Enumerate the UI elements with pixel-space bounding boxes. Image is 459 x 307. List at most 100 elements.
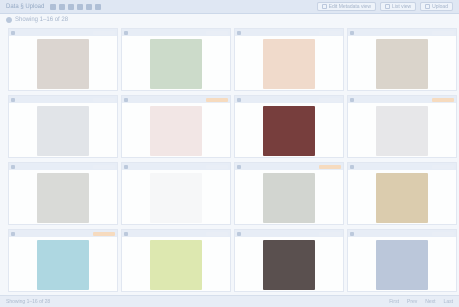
status-badge — [432, 30, 454, 35]
image-thumbnail[interactable] — [150, 240, 202, 290]
status-badge — [93, 231, 115, 236]
image-card[interactable] — [121, 28, 231, 91]
info-icon — [6, 17, 12, 23]
image-type-icon — [237, 97, 241, 102]
image-card[interactable] — [8, 229, 118, 292]
settings-icon[interactable] — [77, 3, 84, 10]
card-header — [9, 29, 117, 36]
app-window: Data § Upload Edit Metadata view List vi… — [0, 0, 459, 307]
edit-icon — [321, 4, 327, 9]
image-card[interactable] — [347, 229, 457, 292]
card-header — [235, 230, 343, 237]
tag-icon[interactable] — [59, 3, 66, 10]
image-type-icon — [11, 30, 15, 35]
image-card[interactable] — [121, 229, 231, 292]
image-thumbnail[interactable] — [376, 240, 428, 290]
folder-icon[interactable] — [50, 3, 57, 10]
toolbar-actions: Edit Metadata view List view Upload — [316, 2, 453, 11]
card-header — [122, 96, 230, 103]
image-thumbnail[interactable] — [150, 106, 202, 156]
image-type-icon — [350, 164, 354, 169]
image-card[interactable] — [234, 162, 344, 225]
status-badge — [432, 97, 454, 102]
card-header — [9, 96, 117, 103]
image-thumbnail[interactable] — [376, 173, 428, 223]
image-card[interactable] — [8, 162, 118, 225]
image-thumbnail[interactable] — [37, 173, 89, 223]
pagination: First Prev Next Last — [389, 299, 453, 305]
image-card[interactable] — [347, 95, 457, 158]
image-card[interactable] — [8, 28, 118, 91]
image-type-icon — [124, 97, 128, 102]
card-header — [235, 29, 343, 36]
image-card[interactable] — [8, 95, 118, 158]
list-view-button[interactable]: List view — [379, 2, 417, 11]
page-first-link[interactable]: First — [389, 299, 399, 305]
top-toolbar: Data § Upload Edit Metadata view List vi… — [0, 0, 459, 14]
image-card[interactable] — [347, 162, 457, 225]
image-card[interactable] — [234, 95, 344, 158]
card-header — [235, 96, 343, 103]
upload-icon — [425, 4, 431, 9]
image-type-icon — [124, 231, 128, 236]
card-header — [235, 163, 343, 170]
image-type-icon — [350, 97, 354, 102]
sub-toolbar: Showing 1–16 of 28 — [0, 15, 459, 25]
image-thumbnail[interactable] — [263, 173, 315, 223]
image-card[interactable] — [234, 229, 344, 292]
status-badge — [319, 164, 341, 169]
status-badge — [432, 231, 454, 236]
status-badge — [93, 30, 115, 35]
image-type-icon — [11, 231, 15, 236]
image-thumbnail[interactable] — [263, 39, 315, 89]
image-type-icon — [124, 164, 128, 169]
card-header — [122, 29, 230, 36]
card-header — [122, 163, 230, 170]
image-thumbnail[interactable] — [263, 106, 315, 156]
card-header — [348, 163, 456, 170]
image-thumbnail[interactable] — [263, 240, 315, 290]
image-type-icon — [237, 164, 241, 169]
image-card[interactable] — [347, 28, 457, 91]
status-badge — [93, 97, 115, 102]
image-thumbnail[interactable] — [376, 39, 428, 89]
upload-button[interactable]: Upload — [420, 2, 453, 11]
list-view-label: List view — [391, 3, 412, 10]
image-thumbnail[interactable] — [37, 106, 89, 156]
status-badge — [206, 97, 228, 102]
page-next-link[interactable]: Next — [425, 299, 435, 305]
image-thumbnail[interactable] — [150, 173, 202, 223]
status-badge — [319, 97, 341, 102]
result-count: Showing 1–16 of 28 — [15, 17, 69, 23]
edit-metadata-view-button[interactable]: Edit Metadata view — [316, 2, 376, 11]
user-icon[interactable] — [68, 3, 75, 10]
refresh-icon[interactable] — [95, 3, 102, 10]
image-thumbnail[interactable] — [37, 240, 89, 290]
trash-icon[interactable] — [86, 3, 93, 10]
status-badge — [93, 164, 115, 169]
card-header — [348, 96, 456, 103]
card-header — [122, 230, 230, 237]
image-card[interactable] — [121, 95, 231, 158]
image-type-icon — [237, 231, 241, 236]
image-type-icon — [350, 30, 354, 35]
page-prev-link[interactable]: Prev — [407, 299, 417, 305]
image-thumbnail[interactable] — [150, 39, 202, 89]
image-thumbnail[interactable] — [376, 106, 428, 156]
page-last-link[interactable]: Last — [444, 299, 453, 305]
edit-metadata-view-label: Edit Metadata view — [328, 3, 371, 10]
upload-label: Upload — [432, 3, 448, 10]
list-icon — [384, 4, 390, 9]
status-badge — [206, 164, 228, 169]
thumbnail-grid — [8, 28, 459, 292]
status-badge — [206, 231, 228, 236]
image-card[interactable] — [121, 162, 231, 225]
image-thumbnail[interactable] — [37, 39, 89, 89]
image-type-icon — [11, 97, 15, 102]
footer-count: Showing 1–16 of 28 — [6, 298, 51, 305]
card-header — [348, 230, 456, 237]
status-badge — [432, 164, 454, 169]
image-card[interactable] — [234, 28, 344, 91]
status-badge — [206, 30, 228, 35]
toolbar-icons — [50, 3, 102, 10]
